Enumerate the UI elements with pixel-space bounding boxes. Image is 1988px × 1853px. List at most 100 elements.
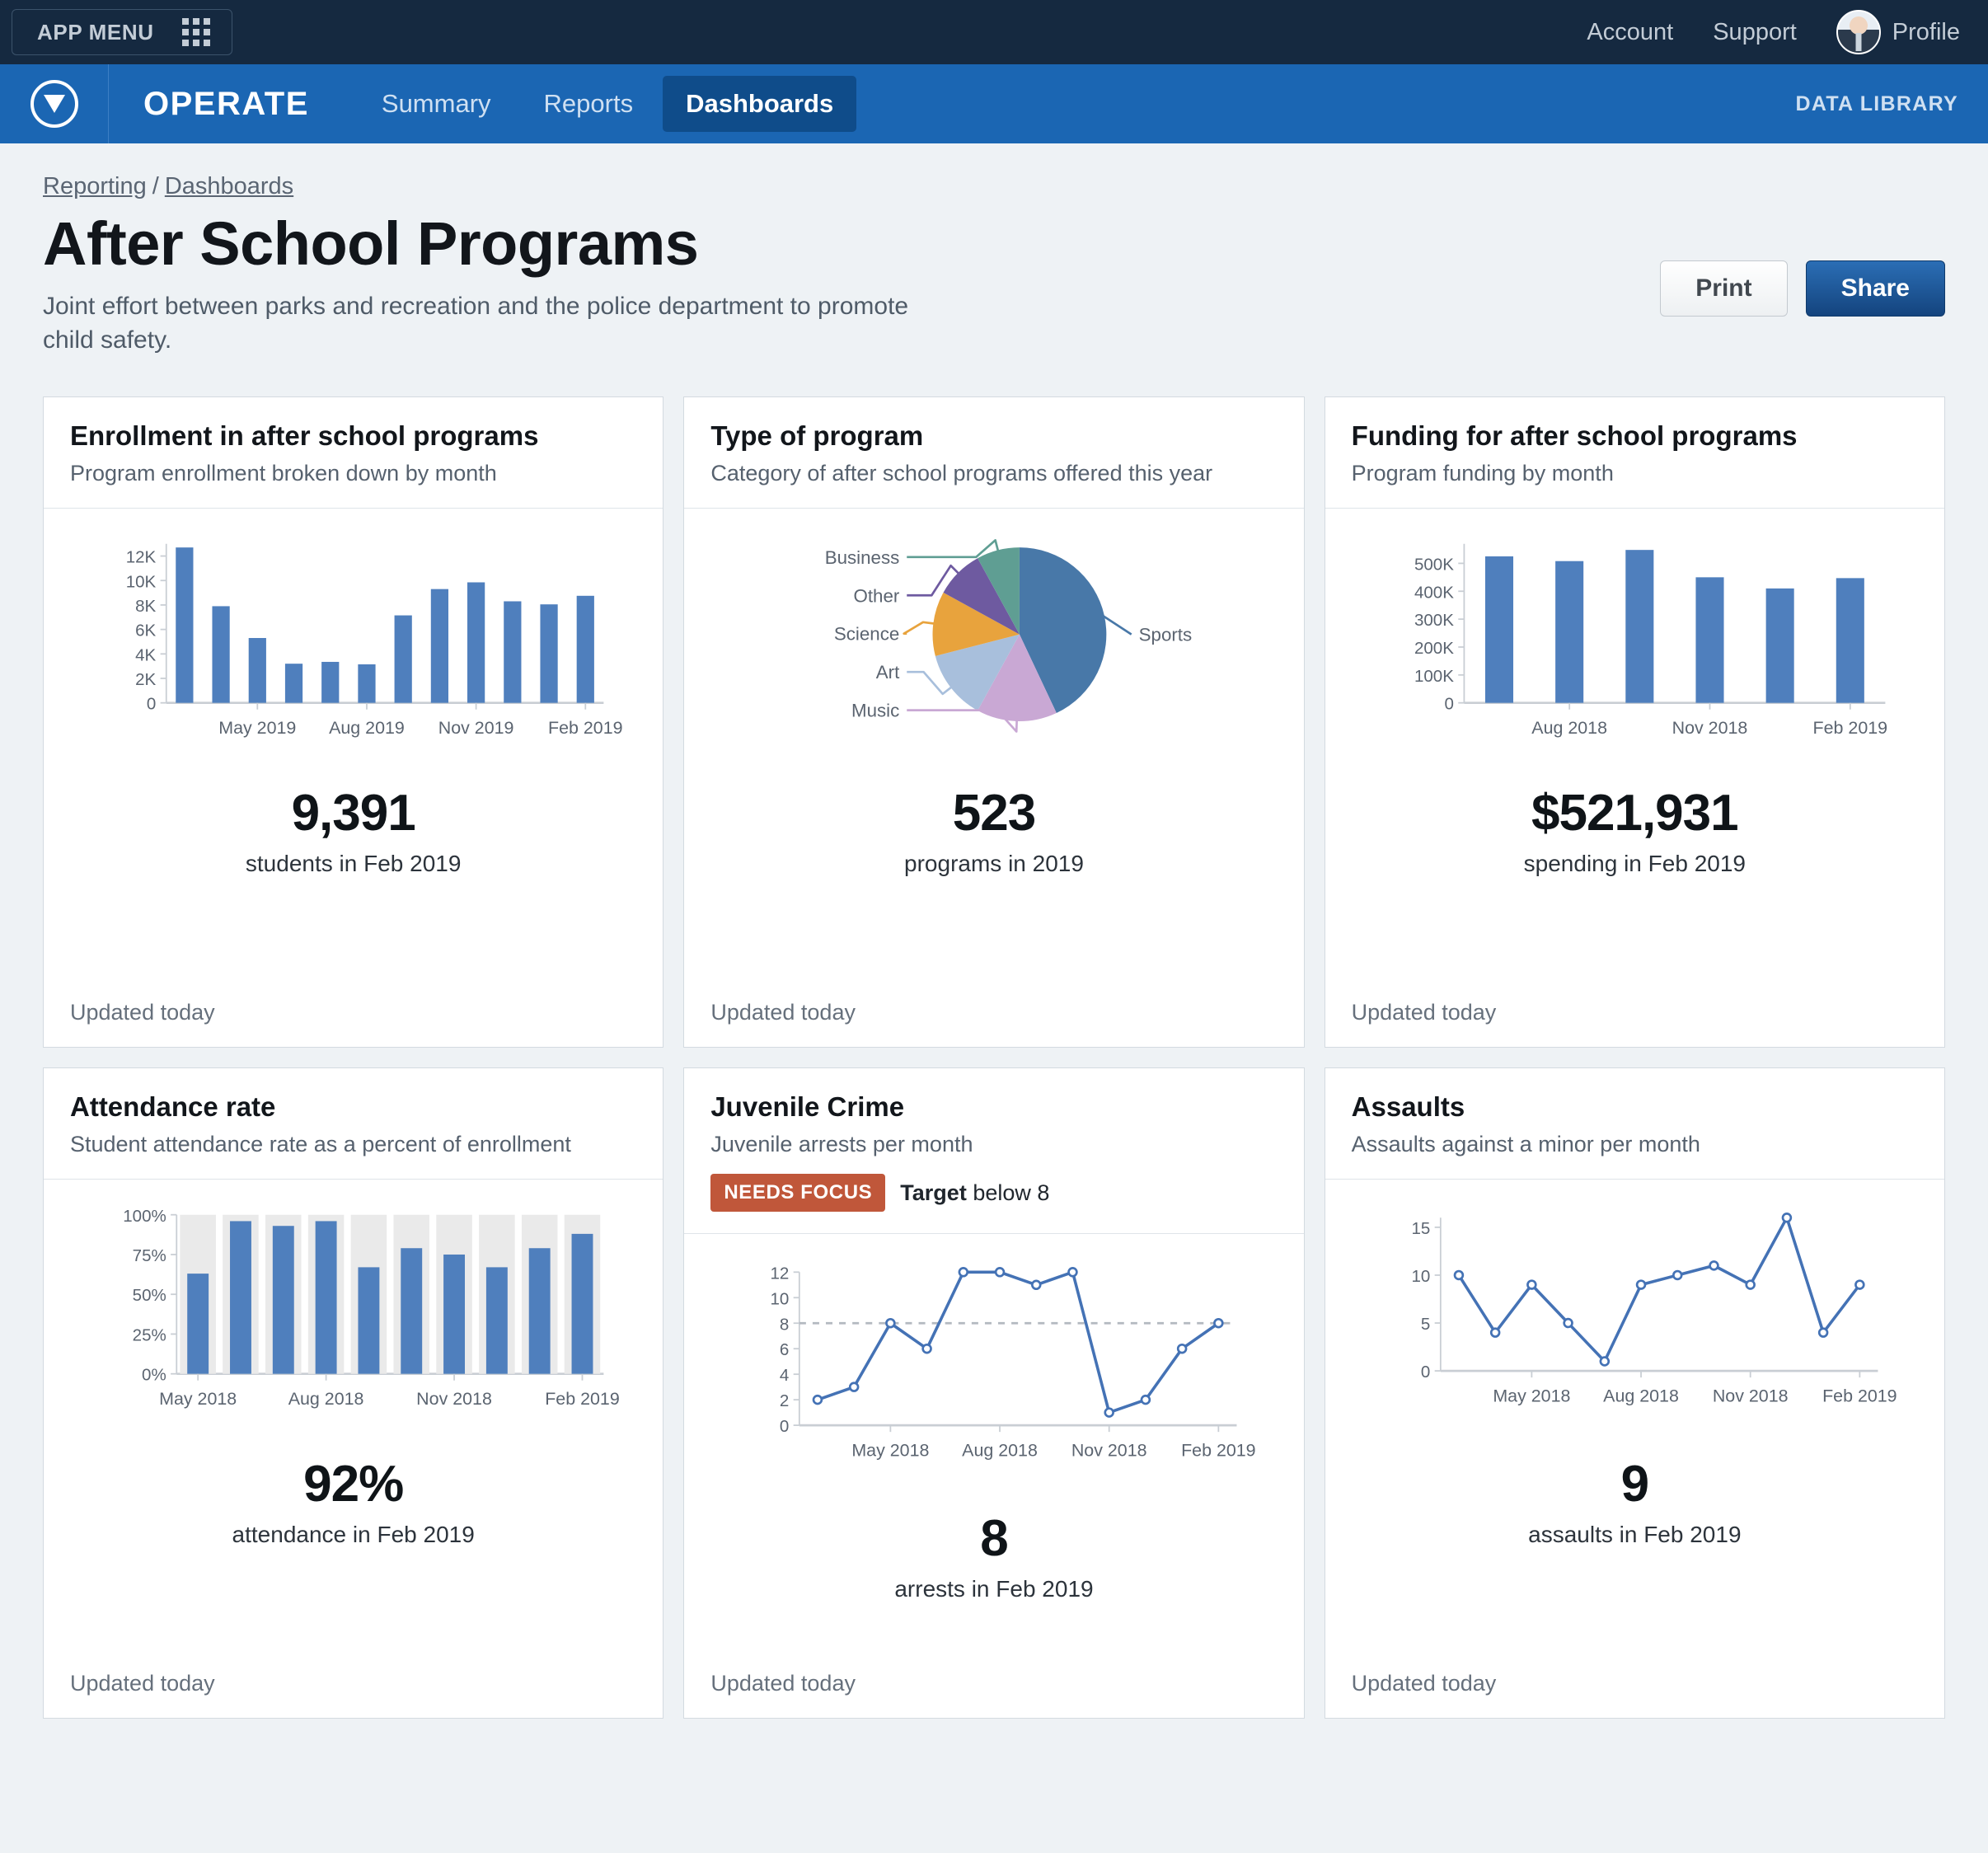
- svg-text:75%: 75%: [133, 1246, 166, 1265]
- card-title: Juvenile Crime: [710, 1091, 905, 1123]
- svg-text:200K: 200K: [1414, 639, 1454, 658]
- kpi-value: 9,391: [291, 785, 416, 842]
- nav-item-reports[interactable]: Reports: [521, 76, 657, 132]
- card-enrollment[interactable]: Enrollment in after school programs Prog…: [43, 396, 664, 1048]
- breadcrumb-reporting[interactable]: Reporting: [43, 173, 147, 199]
- target-value: below 8: [973, 1180, 1050, 1205]
- svg-text:Feb 2019: Feb 2019: [548, 719, 623, 739]
- nav-item-summary[interactable]: Summary: [359, 76, 514, 132]
- kpi-value: $521,931: [1531, 785, 1739, 842]
- kpi-value: 8: [980, 1510, 1008, 1568]
- card-subtitle: Student attendance rate as a percent of …: [70, 1132, 571, 1157]
- card-body: 0% 25% 50% 75% 100% May 2018 Aug 2018 Nov 2018 F…: [44, 1180, 663, 1671]
- svg-text:0: 0: [780, 1418, 789, 1437]
- svg-text:10: 10: [771, 1290, 790, 1309]
- card-title: Assaults: [1351, 1091, 1465, 1123]
- card-footer: Updated today: [710, 1671, 856, 1696]
- svg-text:May 2019: May 2019: [218, 719, 296, 739]
- card-funding[interactable]: Funding for after school programs Progra…: [1324, 396, 1945, 1048]
- share-button[interactable]: Share: [1805, 260, 1945, 317]
- utility-bar: APP MENU Account Support Profile: [0, 0, 1988, 64]
- card-footer: Updated today: [1351, 1000, 1497, 1025]
- svg-text:4: 4: [780, 1367, 789, 1386]
- svg-text:Nov 2018: Nov 2018: [416, 1390, 492, 1410]
- svg-text:100%: 100%: [123, 1207, 166, 1226]
- enrollment-bar-chart: 0 2K 4K 6K 8K 10K 12K May 2019 Aug 2019 Nov 2019 F…: [52, 509, 654, 756]
- breadcrumb: Reporting / Dashboards: [43, 173, 1945, 200]
- card-subtitle: Juvenile arrests per month: [710, 1132, 973, 1157]
- kpi-label: students in Feb 2019: [245, 851, 462, 877]
- svg-text:Nov 2018: Nov 2018: [1712, 1386, 1788, 1406]
- funding-bar-chart: 0 100K 200K 300K 400K 500K Aug 2018 Nov 2018 Feb…: [1334, 509, 1936, 756]
- card-header: Assaults Assaults against a minor per mo…: [1325, 1068, 1944, 1180]
- brand-name: OPERATE: [143, 85, 309, 122]
- card-body: Sports Music Art Science Other Business 523 p…: [684, 509, 1303, 1000]
- support-link[interactable]: Support: [1713, 19, 1797, 46]
- svg-text:12K: 12K: [126, 548, 157, 567]
- card-title: Funding for after school programs: [1351, 420, 1798, 452]
- svg-text:Feb 2019: Feb 2019: [1822, 1386, 1897, 1406]
- kpi-value: 523: [952, 785, 1036, 842]
- card-footer: Updated today: [70, 1671, 215, 1696]
- svg-text:6K: 6K: [135, 622, 156, 640]
- svg-text:Nov 2018: Nov 2018: [1672, 719, 1747, 739]
- kpi-label: arrests in Feb 2019: [894, 1576, 1094, 1602]
- svg-text:500K: 500K: [1414, 556, 1454, 575]
- svg-text:May 2018: May 2018: [1493, 1386, 1570, 1406]
- svg-text:0: 0: [1421, 1363, 1430, 1382]
- card-footer: Updated today: [1351, 1671, 1497, 1696]
- kpi: 92% attendance in Feb 2019: [52, 1455, 654, 1548]
- assaults-line-chart: 0 5 10 15 May 2018 Aug 2018 Nov 2018 Feb 2019: [1334, 1180, 1936, 1427]
- page-header: Reporting / Dashboards After School Progra…: [0, 143, 1988, 357]
- card-footer: Updated today: [710, 1000, 856, 1025]
- card-subtitle: Program funding by month: [1351, 461, 1614, 486]
- svg-text:2: 2: [780, 1392, 789, 1411]
- card-header: Type of program Category of after school…: [684, 397, 1304, 509]
- svg-text:Nov 2018: Nov 2018: [1071, 1441, 1147, 1461]
- card-title: Type of program: [710, 420, 924, 452]
- app-menu-label: APP MENU: [37, 19, 154, 45]
- target-text: Target below 8: [900, 1180, 1049, 1206]
- svg-text:12: 12: [771, 1264, 790, 1283]
- svg-text:400K: 400K: [1414, 584, 1454, 603]
- card-body: 0 100K 200K 300K 400K 500K Aug 2018 Nov 2018 Feb…: [1325, 509, 1944, 1000]
- nav-item-dashboards[interactable]: Dashboards: [663, 76, 857, 132]
- svg-text:15: 15: [1411, 1219, 1430, 1238]
- breadcrumb-dashboards[interactable]: Dashboards: [165, 173, 293, 199]
- card-juvenile-crime[interactable]: Juvenile Crime Juvenile arrests per mont…: [683, 1067, 1305, 1719]
- svg-text:Feb 2019: Feb 2019: [545, 1390, 620, 1410]
- svg-text:Art: Art: [876, 663, 900, 683]
- svg-text:Nov 2019: Nov 2019: [438, 719, 514, 739]
- logo[interactable]: [0, 64, 109, 143]
- svg-text:4K: 4K: [135, 646, 156, 665]
- svg-text:Aug 2018: Aug 2018: [288, 1390, 364, 1410]
- app-menu-button[interactable]: APP MENU: [12, 9, 232, 55]
- logo-circle-icon: [30, 80, 78, 128]
- svg-text:8K: 8K: [135, 597, 156, 616]
- account-link[interactable]: Account: [1587, 19, 1673, 46]
- logo-triangle-icon: [43, 95, 65, 113]
- page-subtitle: Joint effort between parks and recreatio…: [43, 292, 909, 354]
- kpi: 8 arrests in Feb 2019: [692, 1509, 1295, 1602]
- card-header: Juvenile Crime Juvenile arrests per mont…: [684, 1068, 1304, 1235]
- profile-menu[interactable]: Profile: [1836, 10, 1960, 54]
- svg-text:Aug 2018: Aug 2018: [1531, 719, 1607, 739]
- kpi: 523 programs in 2019: [692, 784, 1295, 877]
- program-type-pie-chart: Sports Music Art Science Other Business: [692, 509, 1295, 756]
- svg-text:5: 5: [1421, 1316, 1430, 1335]
- print-button[interactable]: Print: [1660, 260, 1788, 317]
- data-library-link[interactable]: DATA LIBRARY: [1795, 92, 1958, 116]
- kpi-label: programs in 2019: [904, 851, 1084, 877]
- svg-text:8: 8: [780, 1316, 789, 1335]
- card-assaults[interactable]: Assaults Assaults against a minor per mo…: [1324, 1067, 1945, 1719]
- card-subtitle: Category of after school programs offere…: [710, 461, 1213, 486]
- kpi-value: 92%: [303, 1456, 404, 1513]
- card-header: Enrollment in after school programs Prog…: [44, 397, 663, 509]
- card-type-of-program[interactable]: Type of program Category of after school…: [683, 396, 1305, 1048]
- utility-bar-right: Account Support Profile: [1587, 0, 1960, 64]
- svg-text:6: 6: [780, 1341, 789, 1360]
- kpi: 9 assaults in Feb 2019: [1334, 1455, 1936, 1548]
- svg-text:0%: 0%: [142, 1366, 166, 1385]
- card-attendance-rate[interactable]: Attendance rate Student attendance rate …: [43, 1067, 664, 1719]
- svg-text:100K: 100K: [1414, 667, 1454, 686]
